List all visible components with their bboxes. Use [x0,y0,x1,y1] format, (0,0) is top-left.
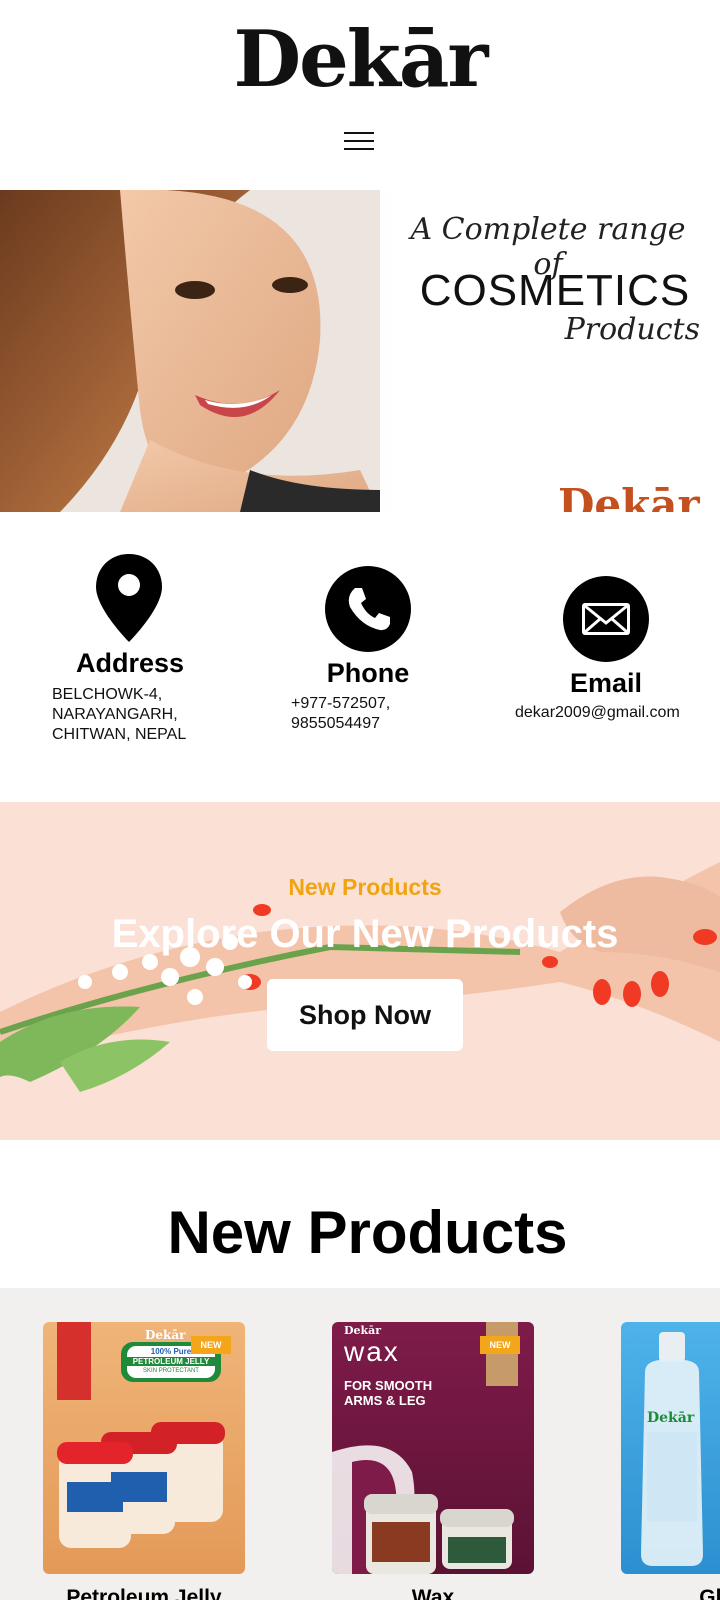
shop-now-button[interactable]: Shop Now [267,979,463,1051]
new-products-promo-banner: New Products Explore Our New Products Sh… [0,802,720,1140]
wax-label-line2: FOR SMOOTH [344,1378,433,1393]
glycerin-artwork [641,1332,703,1566]
product-name[interactable]: Petroleum Jelly [43,1586,245,1600]
hero-subline: Products [564,312,700,347]
address-text: BELCHOWK-4, NARAYANGARH, CHITWAN, NEPAL [52,686,187,743]
jelly-label-line2: PETROLEUM JELLY [121,1357,221,1366]
hero-headline: COSMETICS [419,266,691,315]
product-card[interactable]: Dekār Glyc [621,1288,720,1600]
promo-eyebrow: New Products [288,874,442,900]
jelly-label-line3: SKIN PROTECTANT [143,1368,199,1374]
product-card[interactable]: NEW Dekār 100% Pure PETROLEUM JELLY SKIN… [43,1288,245,1600]
product-image-glycerin[interactable]: Dekār [621,1322,720,1574]
wax-brand-text: Dekār [344,1324,382,1337]
brand-logo[interactable]: Dekār [0,14,720,106]
address-title: Address [75,648,185,678]
product-image-wax[interactable]: NEW wax FOR SMOOTH ARMS & LEG Dekār [332,1322,534,1574]
product-image-petroleum-jelly[interactable]: NEW Dekār 100% Pure PETROLEUM JELLY SKIN… [43,1322,245,1574]
new-products-heading: New Products [167,1199,568,1266]
mail-icon [563,576,649,662]
email-title: Email [569,668,643,698]
hamburger-menu-icon[interactable] [344,132,374,152]
hero-banner: A Complete range of COSMETICS Products D… [0,190,720,512]
phone-title: Phone [326,658,410,688]
site-header: Dekār [0,0,720,190]
product-name[interactable]: Glyc [621,1586,720,1600]
product-card[interactable]: NEW wax FOR SMOOTH ARMS & LEG Dekār Wax [332,1288,534,1600]
product-name[interactable]: Wax [332,1586,534,1600]
menu-bar [344,140,374,142]
map-pin-icon [96,554,162,642]
email-text[interactable]: dekar2009@gmail.com [515,703,715,723]
wax-logo-text: wax [344,1336,400,1367]
phone-text[interactable]: +977-572507, 9855054497 [291,694,451,734]
hands-flowers-image [0,862,720,1092]
jelly-label-line1: 100% Pure [150,1347,192,1356]
menu-bar [344,148,374,150]
promo-title: Explore Our New Products [111,912,619,956]
products-carousel[interactable]: NEW Dekār 100% Pure PETROLEUM JELLY SKIN… [0,1288,720,1600]
new-badge: NEW [480,1336,520,1354]
menu-bar [344,132,374,134]
phone-icon [325,566,411,652]
glycerin-brand-text: Dekār [647,1410,695,1426]
wax-label-line3: ARMS & LEG [344,1393,426,1408]
hero-brand-mark: Dekār [558,480,700,512]
model-portrait-image [0,190,380,512]
jelly-brand-text: Dekār [145,1328,186,1342]
